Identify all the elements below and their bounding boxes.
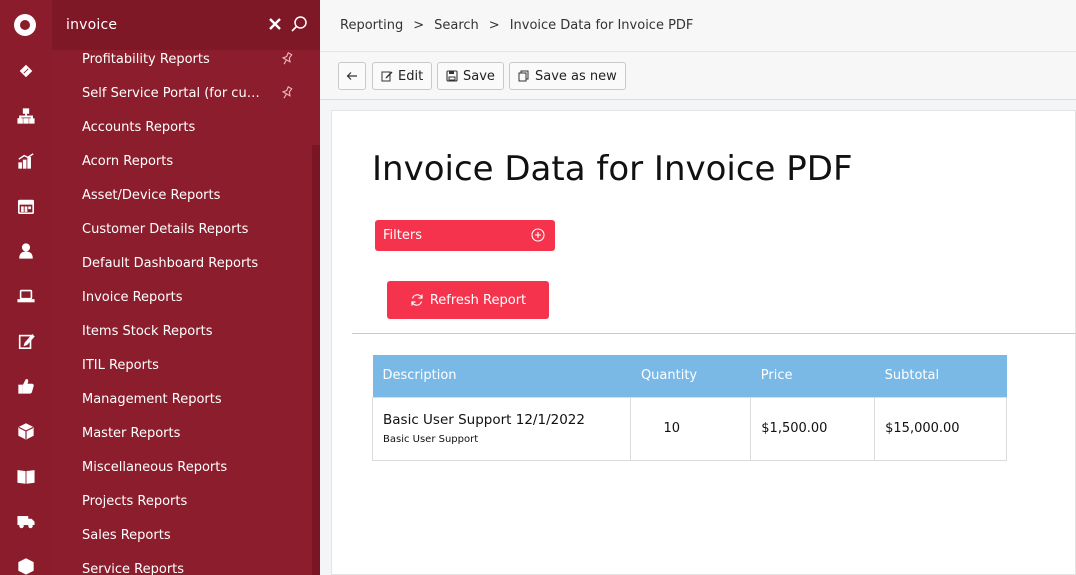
menu-item-label: Projects Reports	[82, 493, 188, 509]
cell-quantity: 10	[630, 396, 752, 461]
refresh-icon	[411, 294, 423, 306]
breadcrumb-separator: >	[413, 18, 425, 33]
refresh-report-button[interactable]: Refresh Report	[387, 281, 549, 319]
menu-search-input[interactable]: invoice	[66, 17, 117, 33]
menu-item-label: Miscellaneous Reports	[82, 459, 228, 475]
menu-item-itil-reports[interactable]: ITIL Reports	[52, 348, 312, 382]
truck-icon[interactable]	[15, 510, 37, 532]
close-icon[interactable]	[268, 17, 282, 31]
menu-item-label: Invoice Reports	[82, 289, 183, 305]
package-icon[interactable]	[15, 555, 37, 575]
description-text: Basic User Support 12/1/2022	[383, 412, 585, 428]
menu-list: Profitability Reports Self Service Porta…	[52, 42, 312, 575]
column-header-description: Description	[372, 355, 631, 397]
menu-item-acorn-reports[interactable]: Acorn Reports	[52, 144, 312, 178]
book-icon[interactable]	[15, 465, 37, 487]
save-icon	[446, 70, 458, 82]
laptop-icon[interactable]	[15, 285, 37, 307]
report-card: Invoice Data for Invoice PDF Filters Ref…	[331, 110, 1076, 575]
menu-item-miscellaneous-reports[interactable]: Miscellaneous Reports	[52, 450, 312, 484]
toolbar: Edit Save Save as new	[320, 52, 1076, 100]
invoice-table: Description Quantity Price Subtotal Basi…	[371, 355, 1007, 461]
plus-circle-icon	[531, 228, 545, 242]
table-header-row: Description Quantity Price Subtotal	[372, 355, 1007, 397]
menu-item-label: Asset/Device Reports	[82, 187, 221, 203]
menu-item-master-reports[interactable]: Master Reports	[52, 416, 312, 450]
ticket-icon[interactable]	[15, 60, 37, 82]
menu-item-label: Self Service Portal (for cust...	[82, 85, 266, 101]
pin-icon[interactable]	[280, 86, 294, 100]
filters-label: Filters	[383, 228, 422, 243]
thumbs-up-icon[interactable]	[15, 375, 37, 397]
copy-icon	[518, 70, 529, 82]
pin-icon[interactable]	[280, 52, 294, 66]
menu-item-label: Customer Details Reports	[82, 221, 249, 237]
icon-rail	[0, 0, 52, 575]
menu-item-projects-reports[interactable]: Projects Reports	[52, 484, 312, 518]
edit-button-label: Edit	[398, 68, 424, 84]
search-icon[interactable]	[290, 15, 308, 33]
menu-item-label: Master Reports	[82, 425, 181, 441]
menu-item-invoice-reports[interactable]: Invoice Reports	[52, 280, 312, 314]
edit-button[interactable]: Edit	[372, 62, 433, 90]
menu-item-label: Default Dashboard Reports	[82, 255, 259, 271]
back-button[interactable]	[338, 62, 366, 90]
cell-subtotal: $15,000.00	[874, 396, 1007, 461]
menu-item-customer-details-reports[interactable]: Customer Details Reports	[52, 212, 312, 246]
menu-item-label: Management Reports	[82, 391, 222, 407]
breadcrumb-current: Invoice Data for Invoice PDF	[509, 18, 694, 33]
report-menu-panel: invoice Profitability Reports Self Servi…	[52, 0, 320, 575]
menu-item-label: ITIL Reports	[82, 357, 159, 373]
refresh-report-label: Refresh Report	[429, 292, 527, 308]
menu-item-label: Sales Reports	[82, 527, 171, 543]
column-header-subtotal: Subtotal	[874, 355, 1007, 397]
menu-item-service-reports[interactable]: Service Reports	[52, 552, 312, 575]
breadcrumb-search[interactable]: Search	[434, 18, 479, 33]
menu-item-profitability-reports[interactable]: Profitability Reports	[52, 42, 312, 76]
divider	[352, 333, 1076, 334]
edit-icon[interactable]	[15, 330, 37, 352]
top-bar: Reporting > Search > Invoice Data for In…	[320, 0, 1076, 52]
breadcrumb: Reporting > Search > Invoice Data for In…	[340, 18, 693, 33]
menu-item-sales-reports[interactable]: Sales Reports	[52, 518, 312, 552]
box-icon[interactable]	[15, 420, 37, 442]
user-icon[interactable]	[15, 240, 37, 262]
save-button-label: Save	[463, 68, 495, 84]
menu-item-label: Items Stock Reports	[82, 323, 213, 339]
save-as-new-button[interactable]: Save as new	[509, 62, 626, 90]
logo-icon[interactable]	[14, 14, 36, 36]
menu-item-label: Profitability Reports	[82, 51, 210, 67]
menu-item-default-dashboard-reports[interactable]: Default Dashboard Reports	[52, 246, 312, 280]
page-title: Invoice Data for Invoice PDF	[372, 149, 853, 189]
menu-item-label: Accounts Reports	[82, 119, 196, 135]
column-header-price: Price	[750, 355, 875, 397]
menu-item-label: Acorn Reports	[82, 153, 174, 169]
edit-icon	[381, 71, 393, 82]
table-row: Basic User Support 12/1/2022 Basic User …	[371, 396, 1007, 461]
menu-item-label: Service Reports	[82, 561, 185, 575]
description-subtext: Basic User Support	[383, 434, 479, 445]
menu-item-management-reports[interactable]: Management Reports	[52, 382, 312, 416]
menu-item-asset-device-reports[interactable]: Asset/Device Reports	[52, 178, 312, 212]
cell-description: Basic User Support 12/1/2022 Basic User …	[371, 396, 632, 461]
org-chart-icon[interactable]	[15, 105, 37, 127]
arrow-left-icon	[346, 72, 357, 80]
breadcrumb-reporting[interactable]: Reporting	[340, 18, 403, 33]
cell-price: $1,500.00	[750, 396, 876, 461]
calendar-icon[interactable]	[15, 195, 37, 217]
column-header-quantity: Quantity	[630, 355, 751, 397]
filters-toggle[interactable]: Filters	[375, 220, 555, 251]
save-button[interactable]: Save	[437, 62, 504, 90]
save-as-new-button-label: Save as new	[535, 68, 617, 84]
menu-item-accounts-reports[interactable]: Accounts Reports	[52, 110, 312, 144]
menu-item-self-service-portal[interactable]: Self Service Portal (for cust...	[52, 76, 312, 110]
menu-item-items-stock-reports[interactable]: Items Stock Reports	[52, 314, 312, 348]
breadcrumb-separator: >	[488, 18, 500, 33]
menu-scrollbar[interactable]	[312, 145, 320, 575]
chart-icon[interactable]	[15, 150, 37, 172]
